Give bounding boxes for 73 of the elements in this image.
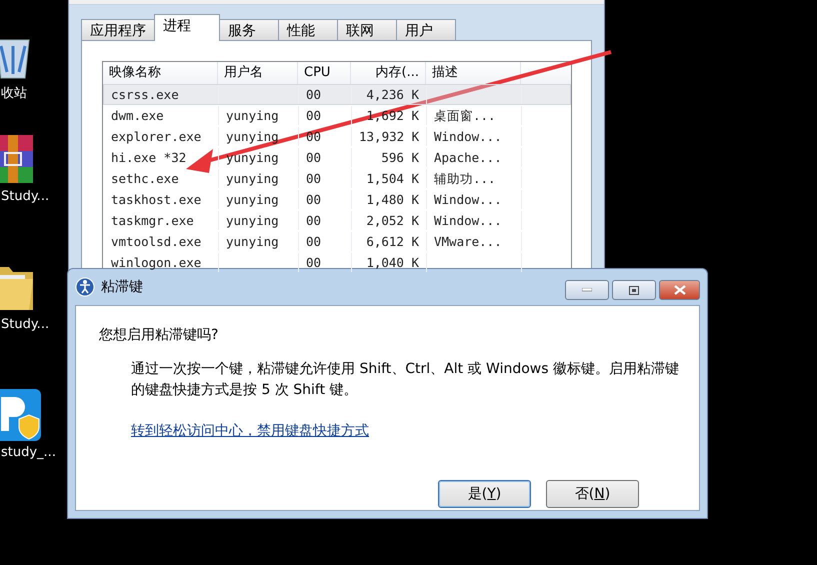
column-header[interactable]: CPU (298, 62, 351, 84)
table-cell: csrss.exe (104, 85, 219, 104)
process-row[interactable]: taskmgr.exe yunying 00 2,052 K Window... (103, 210, 571, 231)
column-header[interactable]: 映像名称 (103, 62, 218, 84)
table-cell: 2,052 K (352, 211, 427, 230)
table-cell: yunying (219, 190, 299, 209)
minimize-icon (582, 288, 592, 292)
question-text: 您想启用粘滞键吗? (99, 326, 220, 344)
table-cell: 桌面窗... (427, 106, 522, 125)
table-cell: 6,612 K (352, 232, 427, 251)
process-row[interactable]: taskhost.exe yunying 00 1,480 K Window... (103, 189, 571, 210)
app-shield-icon (0, 389, 41, 441)
table-cell: sethc.exe (104, 169, 219, 188)
table-cell: vmtoolsd.exe (104, 232, 219, 251)
table-cell: yunying (219, 148, 299, 167)
table-cell: Apache... (427, 148, 522, 167)
tab[interactable]: 联网 (337, 19, 397, 41)
window-title: 粘滞键 (101, 278, 143, 296)
tab[interactable]: 应用程序 (81, 19, 155, 41)
table-cell: 00 (299, 169, 352, 188)
table-cell: Window... (427, 211, 522, 230)
process-row[interactable]: sethc.exe yunying 00 1,504 K 辅助功... (103, 168, 571, 189)
table-cell: yunying (219, 211, 299, 230)
table-cell: yunying (219, 106, 299, 125)
minimize-button[interactable] (565, 280, 609, 300)
table-cell: hi.exe *32 (104, 148, 219, 167)
table-cell: 辅助功... (427, 169, 522, 188)
icon-label[interactable]: Study... (1, 317, 50, 332)
icon-label[interactable]: study_... (1, 445, 56, 460)
table-cell: yunying (219, 169, 299, 188)
table-cell: 4,236 K (352, 85, 427, 104)
column-header[interactable]: 内存(... (351, 62, 426, 84)
table-cell: taskhost.exe (104, 190, 219, 209)
close-button[interactable] (659, 280, 700, 300)
table-cell: 13,932 K (352, 127, 427, 146)
table-cell: dwm.exe (104, 106, 219, 125)
dialog-button[interactable]: 是(Y) (438, 480, 531, 508)
table-cell: yunying (219, 232, 299, 251)
tab[interactable]: 服务 (219, 19, 279, 41)
description-text: 通过一次按一个键，粘滞键允许使用 Shift、Ctrl、Alt 或 Windows 徽标键。启用粘滞键的键盘快捷方式是按 5 次 Shift 键。 (131, 360, 680, 400)
column-header[interactable]: 用户名 (218, 62, 298, 84)
table-cell: yunying (219, 127, 299, 146)
table-cell: 00 (299, 148, 352, 167)
table-cell: 00 (299, 232, 352, 251)
icon-label[interactable]: Study... (1, 189, 50, 204)
table-cell: 00 (299, 127, 352, 146)
table-cell: 596 K (352, 148, 427, 167)
maximize-button[interactable] (612, 280, 656, 300)
table-cell: 00 (299, 85, 352, 104)
table-cell: taskmgr.exe (104, 211, 219, 230)
table-cell: Window... (427, 190, 522, 209)
table-cell: 1,504 K (352, 169, 427, 188)
process-row[interactable]: csrss.exe 00 4,236 K (103, 84, 571, 105)
table-cell: 00 (299, 190, 352, 209)
process-row[interactable]: vmtoolsd.exe yunying 00 6,612 K VMware... (103, 231, 571, 252)
table-cell: 1,480 K (352, 190, 427, 209)
table-cell: 00 (299, 106, 352, 125)
dialog-button[interactable]: 否(N) (546, 480, 639, 508)
table-cell: VMware... (427, 232, 522, 251)
accessibility-icon (75, 277, 95, 297)
maximize-icon (629, 286, 639, 294)
close-icon (674, 285, 686, 295)
tab[interactable]: 性能 (278, 19, 338, 41)
table-cell: 00 (299, 211, 352, 230)
table-cell: explorer.exe (104, 127, 219, 146)
column-header[interactable]: 描述 (426, 62, 521, 84)
settings-link[interactable]: 转到轻松访问中心，禁用键盘快捷方式 (131, 422, 369, 440)
icon-label[interactable]: 收站 (1, 84, 27, 102)
tab[interactable]: 用户 (396, 19, 456, 41)
tab[interactable]: 进程 (154, 14, 220, 41)
process-row[interactable]: hi.exe *32 yunying 00 596 K Apache... (103, 147, 571, 168)
table-cell: Window... (427, 127, 522, 146)
process-row[interactable]: explorer.exe yunying 00 13,932 K Window... (103, 126, 571, 147)
